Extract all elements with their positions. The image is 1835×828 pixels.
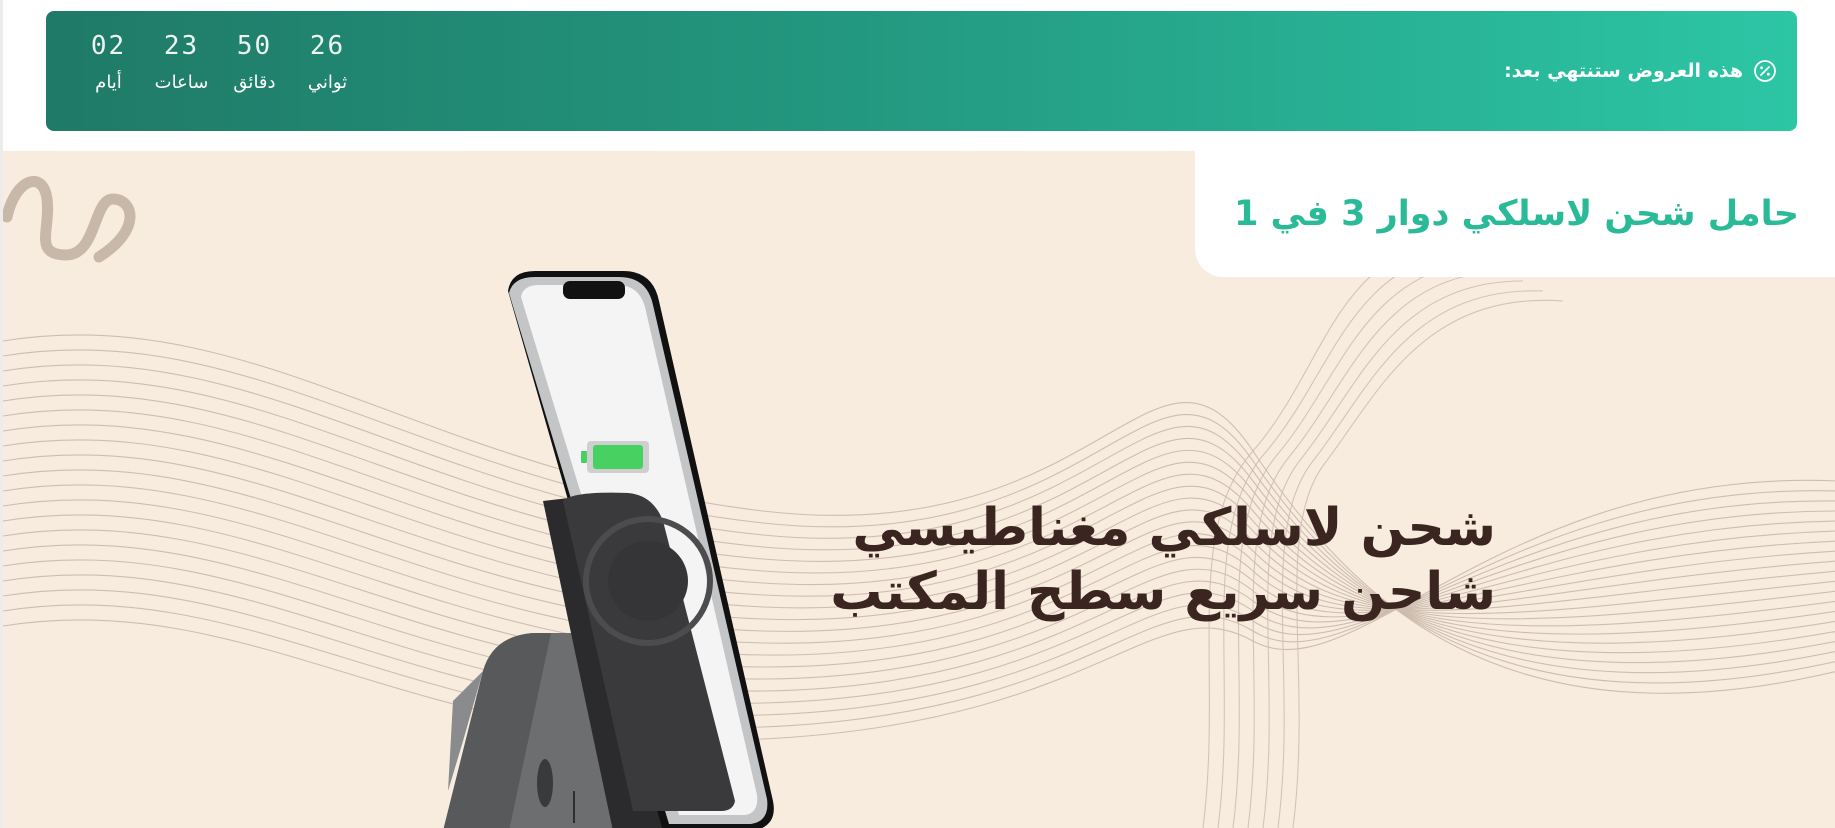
squiggle-decoration [3,176,136,263]
product-title[interactable]: حامل شحن لاسلكي دوار 3 في 1 [1234,194,1799,234]
countdown-days-label: أيام [95,72,122,94]
hero-headline: شحن لاسلكي مغناطيسي شاحن سريع سطح المكتب [830,496,1497,624]
headline-line-2: شاحن سريع سطح المكتب [830,562,1497,622]
offer-label: هذه العروض ستنتهي بعد: [1504,11,1777,131]
hero-banner[interactable]: حامل شحن لاسلكي دوار 3 في 1 شحن لاسلكي م… [3,151,1835,828]
countdown-seconds-label: ثواني [307,72,348,94]
countdown-hours-label: ساعات [154,72,209,94]
countdown-minutes: 50 دقائق [218,31,291,93]
countdown-hours: 23 ساعات [145,31,218,93]
countdown-timer: 02 أيام 23 ساعات 50 دقائق 26 ثواني [72,31,364,93]
discount-badge-icon [1754,60,1776,82]
offer-label-text: هذه العروض ستنتهي بعد: [1504,60,1743,82]
countdown-seconds-value: 26 [309,31,346,61]
offer-countdown-banner: 02 أيام 23 ساعات 50 دقائق 26 ثواني هذه ا… [46,11,1797,131]
countdown-minutes-label: دقائق [233,72,276,94]
countdown-days: 02 أيام [72,31,145,93]
countdown-minutes-value: 50 [236,31,273,61]
countdown-days-value: 02 [90,31,127,61]
countdown-hours-value: 23 [163,31,200,61]
wireless-charging-stand-image [443,271,774,828]
page: 02 أيام 23 ساعات 50 دقائق 26 ثواني هذه ا… [0,0,1835,828]
headline-line-1: شحن لاسلكي مغناطيسي [852,498,1497,558]
product-title-card: حامل شحن لاسلكي دوار 3 في 1 [1195,151,1835,277]
countdown-seconds: 26 ثواني [291,31,364,93]
